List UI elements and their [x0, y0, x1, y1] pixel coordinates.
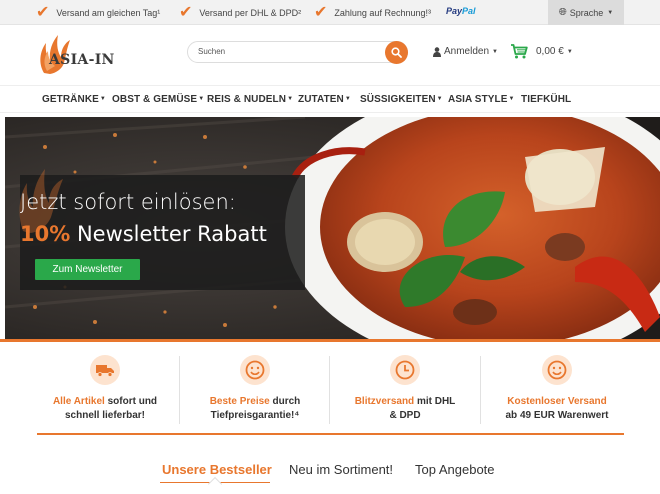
nav-item-obst-gemuese[interactable]: OBST & GEMÜSE▼	[112, 94, 204, 105]
promo-headline: Jetzt sofort einlösen:	[20, 190, 236, 214]
logo-text[interactable]: Asia-In	[49, 52, 115, 68]
caret-down-icon: ▼	[492, 48, 498, 55]
feature-free-shipping: Kostenloser Versand ab 49 EUR Warenwert	[482, 355, 632, 423]
caret-down-icon: ▼	[436, 96, 443, 102]
promo-subheadline: 10% Newsletter Rabatt	[20, 222, 267, 246]
tab-new-products[interactable]: Neu im Sortiment!	[289, 462, 393, 477]
feature-text: Blitzversand mit DHL & DPD	[354, 396, 456, 421]
feature-icon-circle	[240, 355, 270, 385]
shopping-cart-icon	[511, 44, 528, 59]
feature-icon-circle	[542, 355, 572, 385]
newsletter-button[interactable]: Zum Newsletter	[35, 259, 140, 280]
cart-button[interactable]: 0,00 € ▼	[510, 44, 573, 59]
feature-text: Alle Artikel sofort und schnell lieferba…	[52, 396, 158, 421]
language-label: Sprache	[569, 7, 604, 18]
clock-icon	[395, 360, 415, 380]
main-navigation: GETRÄNKE▼ OBST & GEMÜSE▼ REIS & NUDELN▼ …	[0, 85, 660, 113]
feature-best-prices: Beste Preise durch Tiefpreisgarantie!⁴	[180, 355, 330, 423]
login-dropdown[interactable]: Anmelden ▼	[433, 46, 498, 57]
language-selector[interactable]: 🌐︎ Sprache ▼	[548, 0, 624, 25]
tab-bestseller[interactable]: Unsere Bestseller	[162, 462, 272, 477]
search-icon	[391, 47, 402, 58]
caret-down-icon: ▼	[607, 9, 614, 16]
caret-down-icon: ▼	[287, 96, 294, 102]
caret-down-icon: ▼	[99, 96, 106, 102]
feature-icon-circle	[390, 355, 420, 385]
truck-icon	[96, 364, 114, 377]
usp-same-day-shipping: ✔ Versand am gleichen Tag¹	[36, 0, 160, 25]
nav-item-getraenke[interactable]: GETRÄNKE▼	[42, 94, 106, 105]
caret-down-icon: ▼	[566, 48, 573, 55]
hero-banner[interactable]: Jetzt sofort einlösen: 10% Newsletter Ra…	[5, 117, 660, 339]
feature-text: Beste Preise durch Tiefpreisgarantie!⁴	[209, 396, 301, 421]
smiley-icon	[245, 360, 265, 380]
globe-icon: 🌐︎	[558, 7, 567, 18]
caret-down-icon: ▼	[344, 96, 351, 102]
usp-dhl-dpd: ✔ Versand per DHL & DPD²	[179, 0, 301, 25]
nav-item-suessigkeiten[interactable]: SÜSSIGKEITEN▼	[360, 94, 443, 105]
top-bar: ✔ Versand am gleichen Tag¹ ✔ Versand per…	[0, 0, 660, 25]
paypal-logo: PayPal	[446, 6, 476, 16]
usp-label: Versand per DHL & DPD²	[199, 7, 302, 18]
tab-top-offers[interactable]: Top Angebote	[415, 462, 495, 477]
nav-item-asia-style[interactable]: ASIA STYLE▼	[448, 94, 515, 105]
promo-rest: Newsletter Rabatt	[70, 222, 267, 246]
checkmark-icon: ✔	[314, 3, 328, 21]
hero-divider	[0, 339, 660, 342]
user-icon	[433, 46, 441, 57]
nav-item-zutaten[interactable]: ZUTATEN▼	[298, 94, 351, 105]
usp-label: Zahlung auf Rechnung!³	[334, 7, 431, 18]
usp-label: Versand am gleichen Tag¹	[56, 7, 161, 18]
usp-invoice-payment: ✔ Zahlung auf Rechnung!³	[314, 0, 431, 25]
checkmark-icon: ✔	[179, 3, 193, 21]
search-box[interactable]	[187, 41, 408, 63]
nav-item-reis-nudeln[interactable]: REIS & NUDELN▼	[207, 94, 293, 105]
caret-down-icon: ▼	[198, 96, 205, 102]
features-divider-line	[37, 433, 624, 435]
feature-text: Kostenloser Versand ab 49 EUR Warenwert	[505, 396, 609, 421]
cart-amount: 0,00 €	[536, 46, 564, 57]
nav-item-tiefkuehl[interactable]: TIEFKÜHL	[521, 94, 571, 105]
login-label: Anmelden	[444, 46, 490, 57]
smiley-icon	[547, 360, 567, 380]
active-tab-notch	[207, 476, 223, 492]
promo-percent: 10%	[20, 222, 71, 246]
feature-icon-circle	[90, 355, 120, 385]
caret-down-icon: ▼	[508, 96, 515, 102]
feature-all-items: Alle Artikel sofort und schnell lieferba…	[30, 355, 180, 423]
checkmark-icon: ✔	[36, 3, 50, 21]
feature-fast-shipping: Blitzversand mit DHL & DPD	[330, 355, 480, 423]
search-input[interactable]	[198, 47, 378, 56]
feature-divider	[480, 356, 481, 424]
search-button[interactable]	[385, 41, 408, 64]
